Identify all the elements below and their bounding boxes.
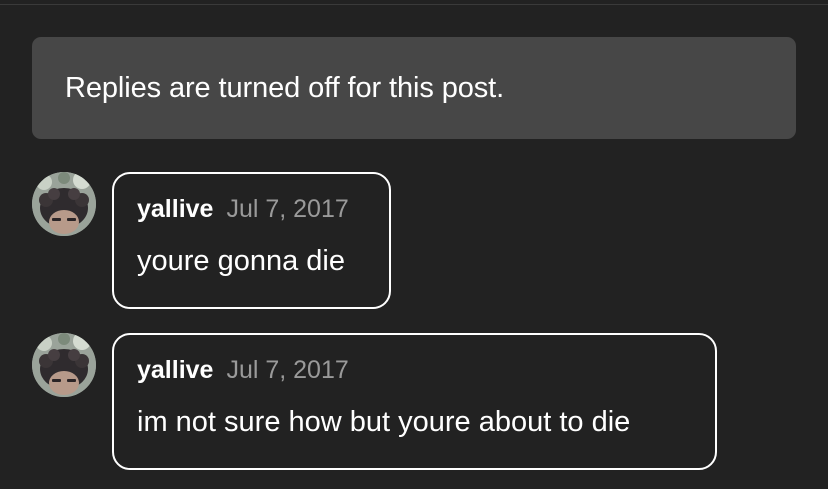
reply-message: im not sure how but youre about to die: [137, 406, 631, 438]
reply-meta: yallive Jul 7, 2017: [137, 193, 366, 225]
avatar-image: [32, 333, 96, 397]
username-link[interactable]: yallive: [137, 354, 213, 386]
replies-panel: Replies are turned off for this post. ya…: [0, 0, 828, 489]
username-link[interactable]: yallive: [137, 193, 213, 225]
reply-date: Jul 7, 2017: [226, 356, 349, 384]
replies-off-text: Replies are turned off for this post.: [65, 72, 505, 104]
replies-off-notice: Replies are turned off for this post.: [32, 37, 796, 139]
top-divider: [0, 4, 828, 5]
avatar-image: [32, 172, 96, 236]
reply-bubble: yallive Jul 7, 2017 im not sure how but …: [112, 333, 717, 470]
avatar[interactable]: [32, 172, 96, 236]
reply-bubble: yallive Jul 7, 2017 youre gonna die: [112, 172, 391, 309]
avatar[interactable]: [32, 333, 96, 397]
reply-date: Jul 7, 2017: [226, 195, 349, 223]
reply-message: youre gonna die: [137, 245, 345, 277]
reply-meta: yallive Jul 7, 2017: [137, 354, 692, 386]
